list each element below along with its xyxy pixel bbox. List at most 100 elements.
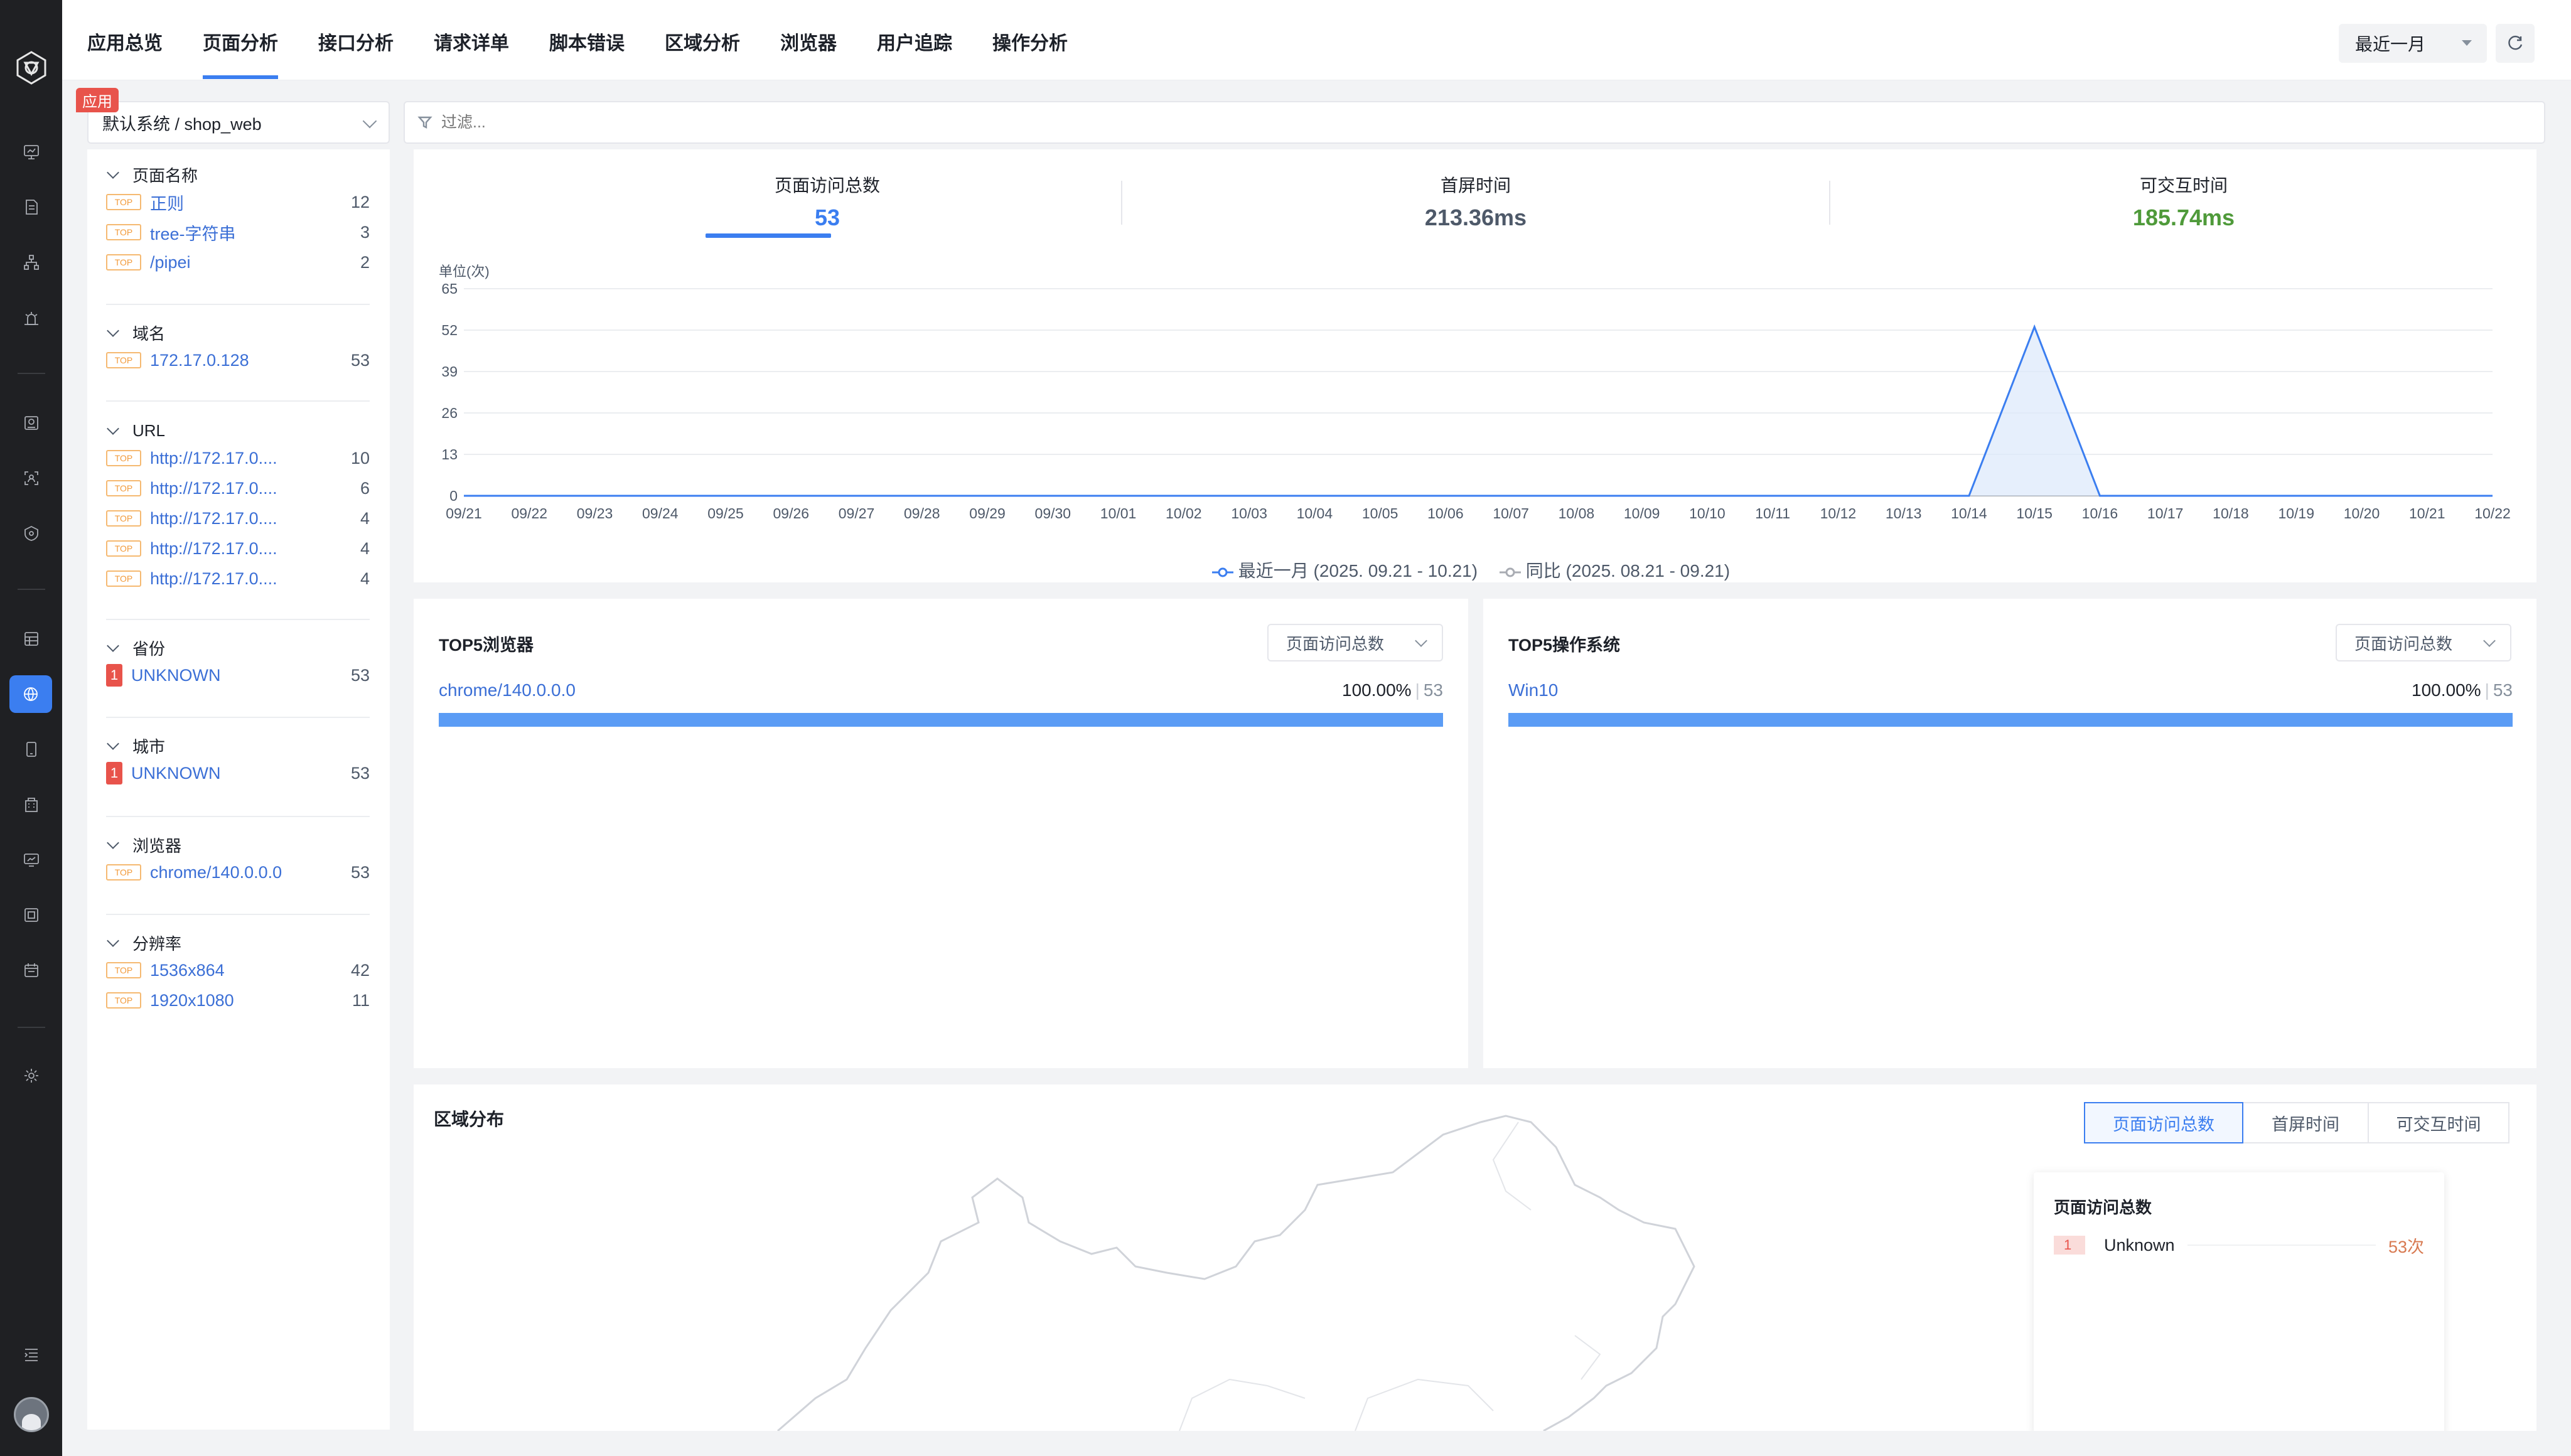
legend-current[interactable]: 最近一月 (2025. 09.21 - 10.21) xyxy=(1212,557,1478,582)
monitor-icon[interactable] xyxy=(19,139,44,164)
tab-region-analysis[interactable]: 区域分析 xyxy=(665,28,740,55)
globe-icon[interactable] xyxy=(9,675,52,713)
legend-marker-icon xyxy=(1500,567,1521,577)
map-province-border xyxy=(1492,1121,1532,1211)
legend-compare[interactable]: 同比 (2025. 08.21 - 09.21) xyxy=(1500,557,1730,582)
seg-first-screen[interactable]: 首屏时间 xyxy=(2242,1102,2369,1143)
tab-browser[interactable]: 浏览器 xyxy=(780,28,837,55)
seg-interactive[interactable]: 可交互时间 xyxy=(2368,1102,2509,1143)
facet-item-label: http://172.17.0.... xyxy=(150,448,277,468)
ranking-row[interactable]: chrome/140.0.0.0 100.00% | 53 xyxy=(439,680,1443,727)
facet-item-count: 53 xyxy=(350,862,370,882)
facet-item[interactable]: TOP 1920x1080 11 xyxy=(106,985,370,1015)
metric-interactive[interactable]: 可交互时间 185.74ms xyxy=(1829,172,2538,231)
panel-title: 页面访问总数 xyxy=(2054,1198,2152,1217)
filter-input[interactable] xyxy=(441,113,2450,132)
x-tick-label: 10/09 xyxy=(1624,505,1660,522)
region-card: 区域分布 页面访问总数 首屏时间 可交互时间 页面访问总数 1 Unknown … xyxy=(414,1084,2536,1431)
chevron-down-icon xyxy=(107,640,119,652)
facet-header[interactable]: 省份 xyxy=(106,635,370,660)
tab-page-analysis[interactable]: 页面分析 xyxy=(203,28,278,55)
legend-label: 同比 (2025. 08.21 - 09.21) xyxy=(1525,561,1731,581)
region-row[interactable]: 1 Unknown 53次 xyxy=(2054,1233,2424,1258)
scan-icon[interactable] xyxy=(19,466,44,491)
facet-item[interactable]: TOP http://172.17.0.... 10 xyxy=(106,443,370,473)
database-icon[interactable] xyxy=(19,410,44,436)
calendar-icon[interactable] xyxy=(19,958,44,983)
facet-item[interactable]: TOP 1536x864 42 xyxy=(106,955,370,985)
card-title: TOP5浏览器 xyxy=(439,636,534,655)
document-icon[interactable] xyxy=(19,195,44,220)
tab-api-analysis[interactable]: 接口分析 xyxy=(318,28,394,55)
time-range-select[interactable]: 最近一月 xyxy=(2339,24,2487,63)
top5-os-card: TOP5操作系统 页面访问总数 Win10 100.00% | 53 xyxy=(1483,599,2536,1068)
frame-icon[interactable] xyxy=(19,902,44,928)
mobile-icon[interactable] xyxy=(19,737,44,762)
y-tick-label: 26 xyxy=(441,405,458,421)
x-tick-label: 10/15 xyxy=(2016,505,2053,522)
facet-header[interactable]: 页面名称 xyxy=(106,162,370,187)
x-tick-label: 09/24 xyxy=(642,505,679,522)
tab-app-overview[interactable]: 应用总览 xyxy=(87,28,163,55)
facet-item[interactable]: 1 UNKNOWN 53 xyxy=(106,758,370,788)
x-tick-label: 10/21 xyxy=(2409,505,2445,522)
facet-item[interactable]: TOP http://172.17.0.... 4 xyxy=(106,533,370,564)
facet-header[interactable]: 分辨率 xyxy=(106,930,370,955)
facet-header[interactable]: 域名 xyxy=(106,320,370,345)
facet-header[interactable]: URL xyxy=(106,418,370,443)
region-ranking-panel: 页面访问总数 1 Unknown 53次 xyxy=(2034,1172,2444,1431)
facet-item[interactable]: TOP 正则 12 xyxy=(106,187,370,217)
top-nav: 应用总览 页面分析 接口分析 请求详单 脚本错误 区域分析 浏览器 用户追踪 操… xyxy=(62,0,2571,80)
facet-item[interactable]: TOP chrome/140.0.0.0 53 xyxy=(106,857,370,887)
seg-page-views[interactable]: 页面访问总数 xyxy=(2084,1102,2243,1143)
x-tick-label: 09/26 xyxy=(773,505,810,522)
facet-item[interactable]: TOP tree-字符串 3 xyxy=(106,217,370,247)
settings-icon[interactable] xyxy=(19,1063,44,1088)
facet-item[interactable]: TOP/pipei 2 xyxy=(106,247,370,277)
facet-item[interactable]: 1 UNKNOWN 53 xyxy=(106,660,370,690)
facet-item-count: 53 xyxy=(350,763,370,783)
app-selector[interactable]: 默认系统 / shop_web xyxy=(87,101,390,144)
metric-select[interactable]: 页面访问总数 xyxy=(2336,624,2511,661)
y-tick-label: 39 xyxy=(441,363,458,380)
ranking-row[interactable]: Win10 100.00% | 53 xyxy=(1508,680,2513,727)
logo-icon[interactable] xyxy=(13,49,50,87)
facet-item-label: /pipei xyxy=(150,252,191,272)
refresh-button[interactable] xyxy=(2496,24,2535,63)
bug-icon[interactable] xyxy=(19,305,44,330)
collapse-icon[interactable] xyxy=(19,1342,44,1367)
metric-first-screen[interactable]: 首屏时间 213.36ms xyxy=(1121,172,1830,231)
x-tick-label: 10/22 xyxy=(2474,505,2511,522)
x-tick-label: 10/06 xyxy=(1427,505,1464,522)
shield-icon[interactable] xyxy=(19,521,44,546)
facet-domain: 域名 TOP 172.17.0.128 53 xyxy=(106,320,370,375)
facet-item-label: tree-字符串 xyxy=(150,224,236,244)
avatar[interactable] xyxy=(14,1397,49,1432)
map-province-border xyxy=(1574,1335,1601,1380)
x-tick-label: 10/17 xyxy=(2147,505,2184,522)
topology-icon[interactable] xyxy=(19,250,44,275)
tab-script-errors[interactable]: 脚本错误 xyxy=(549,28,625,55)
facet-item[interactable]: TOP 172.17.0.128 53 xyxy=(106,345,370,375)
facet-item[interactable]: TOP http://172.17.0.... 6 xyxy=(106,473,370,503)
ranking-percent: 100.00% xyxy=(2412,680,2481,700)
facet-item[interactable]: TOP http://172.17.0.... 4 xyxy=(106,564,370,594)
facet-item-label: chrome/140.0.0.0 xyxy=(150,862,282,882)
metric-page-views[interactable]: 页面访问总数 53 xyxy=(473,172,1182,231)
table-icon[interactable] xyxy=(19,626,44,651)
tab-user-tracking[interactable]: 用户追踪 xyxy=(877,28,952,55)
facet-browser: 浏览器 TOP chrome/140.0.0.0 53 xyxy=(106,832,370,887)
building-icon[interactable] xyxy=(19,792,44,817)
screen-icon[interactable] xyxy=(19,847,44,872)
divider xyxy=(106,400,370,402)
facet-item[interactable]: TOP http://172.17.0.... 4 xyxy=(106,503,370,533)
facet-header[interactable]: 浏览器 xyxy=(106,832,370,857)
facet-header[interactable]: 城市 xyxy=(106,733,370,758)
metric-select[interactable]: 页面访问总数 xyxy=(1267,624,1443,661)
facet-item-label: 1920x1080 xyxy=(150,990,234,1010)
tab-request-details[interactable]: 请求详单 xyxy=(434,28,509,55)
top-badge: TOP xyxy=(106,480,141,496)
filter-bar[interactable] xyxy=(404,101,2545,144)
chevron-down-icon xyxy=(107,837,119,849)
tab-operation-analysis[interactable]: 操作分析 xyxy=(992,28,1068,55)
